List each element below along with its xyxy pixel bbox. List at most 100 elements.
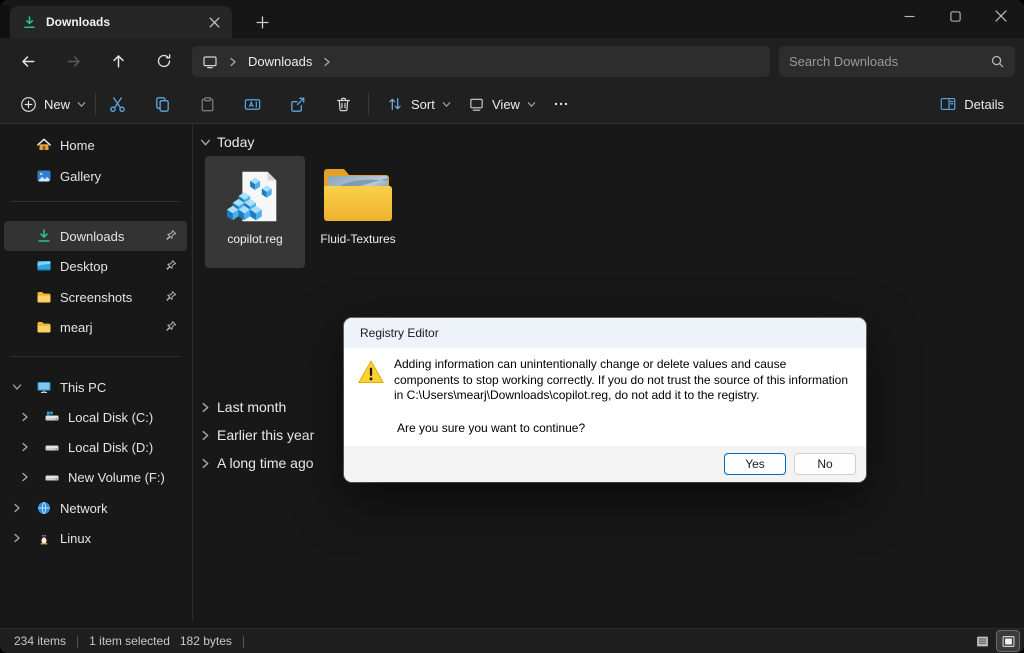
drive-icon	[44, 439, 60, 455]
sidebar-item-linux[interactable]: Linux	[4, 523, 187, 553]
group-header-today[interactable]: Today	[200, 132, 254, 152]
sidebar-item-label: New Volume (F:)	[68, 470, 165, 485]
sidebar-item-gallery[interactable]: Gallery	[4, 161, 187, 191]
chevron-right-icon[interactable]	[200, 458, 211, 469]
sidebar-item-screenshots[interactable]: Screenshots	[4, 282, 187, 312]
titlebar: Downloads	[0, 0, 1024, 38]
titlebar-corner-notch	[0, 5, 9, 38]
maximize-icon[interactable]	[932, 0, 978, 32]
explorer-tab-downloads[interactable]: Downloads	[10, 6, 232, 38]
sidebar-item-label: Local Disk (D:)	[68, 440, 153, 455]
sidebar-item-label: Network	[60, 501, 108, 516]
item-count: 234 items	[14, 634, 66, 648]
sidebar-item-desktop[interactable]: Desktop	[4, 251, 187, 281]
sidebar-item-network[interactable]: Network	[4, 493, 187, 523]
new-tab-button[interactable]	[248, 10, 276, 34]
minimize-icon[interactable]	[886, 0, 932, 32]
chevron-right-icon[interactable]	[200, 402, 211, 413]
paste-button[interactable]	[189, 87, 225, 121]
dialog-message: Adding information can unintentionally c…	[394, 357, 852, 404]
chevron-right-icon[interactable]	[20, 412, 30, 422]
sidebar-item-label: Home	[60, 138, 95, 153]
group-header-last-month[interactable]: Last month	[200, 397, 286, 417]
command-bar: New Sort View	[0, 84, 1024, 124]
sidebar-item-label: Screenshots	[60, 290, 132, 305]
address-bar[interactable]: Downloads	[192, 46, 770, 77]
registry-file-icon	[224, 164, 286, 228]
yes-button[interactable]: Yes	[724, 453, 786, 475]
chevron-right-icon[interactable]	[20, 442, 30, 452]
chevron-right-icon[interactable]	[12, 503, 22, 513]
no-button[interactable]: No	[794, 453, 856, 475]
search-icon[interactable]	[990, 54, 1005, 69]
view-button[interactable]: View	[458, 87, 546, 121]
folder-icon	[36, 289, 52, 305]
large-icons-view-toggle[interactable]	[997, 631, 1019, 651]
share-button[interactable]	[279, 87, 315, 121]
new-button[interactable]: New	[10, 87, 96, 121]
downloads-icon	[36, 228, 52, 244]
chevron-right-icon[interactable]	[12, 533, 22, 543]
breadcrumb-location[interactable]: Downloads	[248, 54, 312, 69]
sidebar-item-new-volume-f[interactable]: New Volume (F:)	[4, 462, 187, 492]
breadcrumb-chevron-icon[interactable]	[322, 57, 332, 67]
copy-icon	[153, 95, 172, 114]
group-header-a-long-time-ago[interactable]: A long time ago	[200, 453, 314, 473]
file-copilot-reg[interactable]: copilot.reg	[205, 156, 305, 268]
drive-windows-icon	[44, 409, 60, 425]
sidebar-item-local-disk-c[interactable]: Local Disk (C:)	[4, 402, 187, 432]
toolbar-separator	[95, 93, 96, 115]
sidebar-item-mearj[interactable]: mearj	[4, 312, 187, 342]
rename-button[interactable]	[234, 87, 270, 121]
up-button[interactable]	[100, 45, 136, 77]
search-input[interactable]	[789, 54, 990, 69]
close-tab-icon[interactable]	[204, 12, 224, 32]
selection-count: 1 item selected	[89, 634, 170, 648]
forward-button[interactable]	[55, 45, 91, 77]
sidebar-item-this-pc[interactable]: This PC	[4, 372, 187, 402]
status-divider: |	[242, 634, 245, 648]
copy-button[interactable]	[144, 87, 180, 121]
new-button-label: New	[44, 97, 70, 112]
drive-icon	[44, 469, 60, 485]
view-icon	[468, 96, 485, 113]
sidebar-item-local-disk-d[interactable]: Local Disk (D:)	[4, 432, 187, 462]
delete-button[interactable]	[325, 87, 361, 121]
close-window-icon[interactable]	[978, 0, 1024, 32]
gallery-icon	[36, 168, 52, 184]
chevron-down-icon[interactable]	[200, 137, 211, 148]
back-button[interactable]	[10, 45, 46, 77]
sidebar-item-label: This PC	[60, 380, 106, 395]
chevron-down-icon[interactable]	[12, 382, 22, 392]
folder-icon	[36, 319, 52, 335]
sidebar-item-label: Linux	[60, 531, 91, 546]
pin-icon	[165, 320, 179, 334]
dialog-title: Registry Editor	[360, 326, 439, 340]
refresh-button[interactable]	[146, 45, 182, 77]
pin-icon	[165, 229, 179, 243]
details-pane-icon	[939, 95, 957, 113]
sidebar-item-label: Downloads	[60, 229, 124, 244]
linux-icon	[36, 530, 52, 546]
details-pane-button[interactable]: Details	[929, 87, 1014, 121]
this-pc-breadcrumb-icon[interactable]	[202, 54, 218, 70]
folder-fluid-textures[interactable]: Fluid-Textures	[308, 156, 408, 268]
home-icon	[36, 137, 52, 153]
tab-title: Downloads	[46, 15, 195, 29]
dialog-titlebar[interactable]: Registry Editor	[344, 318, 866, 348]
group-label: Last month	[217, 399, 286, 415]
sidebar-separator	[10, 356, 180, 357]
sidebar-item-home[interactable]: Home	[4, 130, 187, 160]
file-explorer-window: Downloads	[0, 0, 1024, 653]
chevron-right-icon[interactable]	[200, 430, 211, 441]
sort-button[interactable]: Sort	[376, 87, 461, 121]
cut-button[interactable]	[99, 87, 135, 121]
breadcrumb-chevron-icon[interactable]	[228, 57, 238, 67]
chevron-right-icon[interactable]	[20, 472, 30, 482]
this-pc-icon	[36, 379, 52, 395]
search-box[interactable]	[779, 46, 1015, 77]
group-header-earlier-this-year[interactable]: Earlier this year	[200, 425, 314, 445]
sidebar-item-downloads[interactable]: Downloads	[4, 221, 187, 251]
details-view-toggle[interactable]	[971, 631, 993, 651]
see-more-button[interactable]	[543, 87, 579, 121]
